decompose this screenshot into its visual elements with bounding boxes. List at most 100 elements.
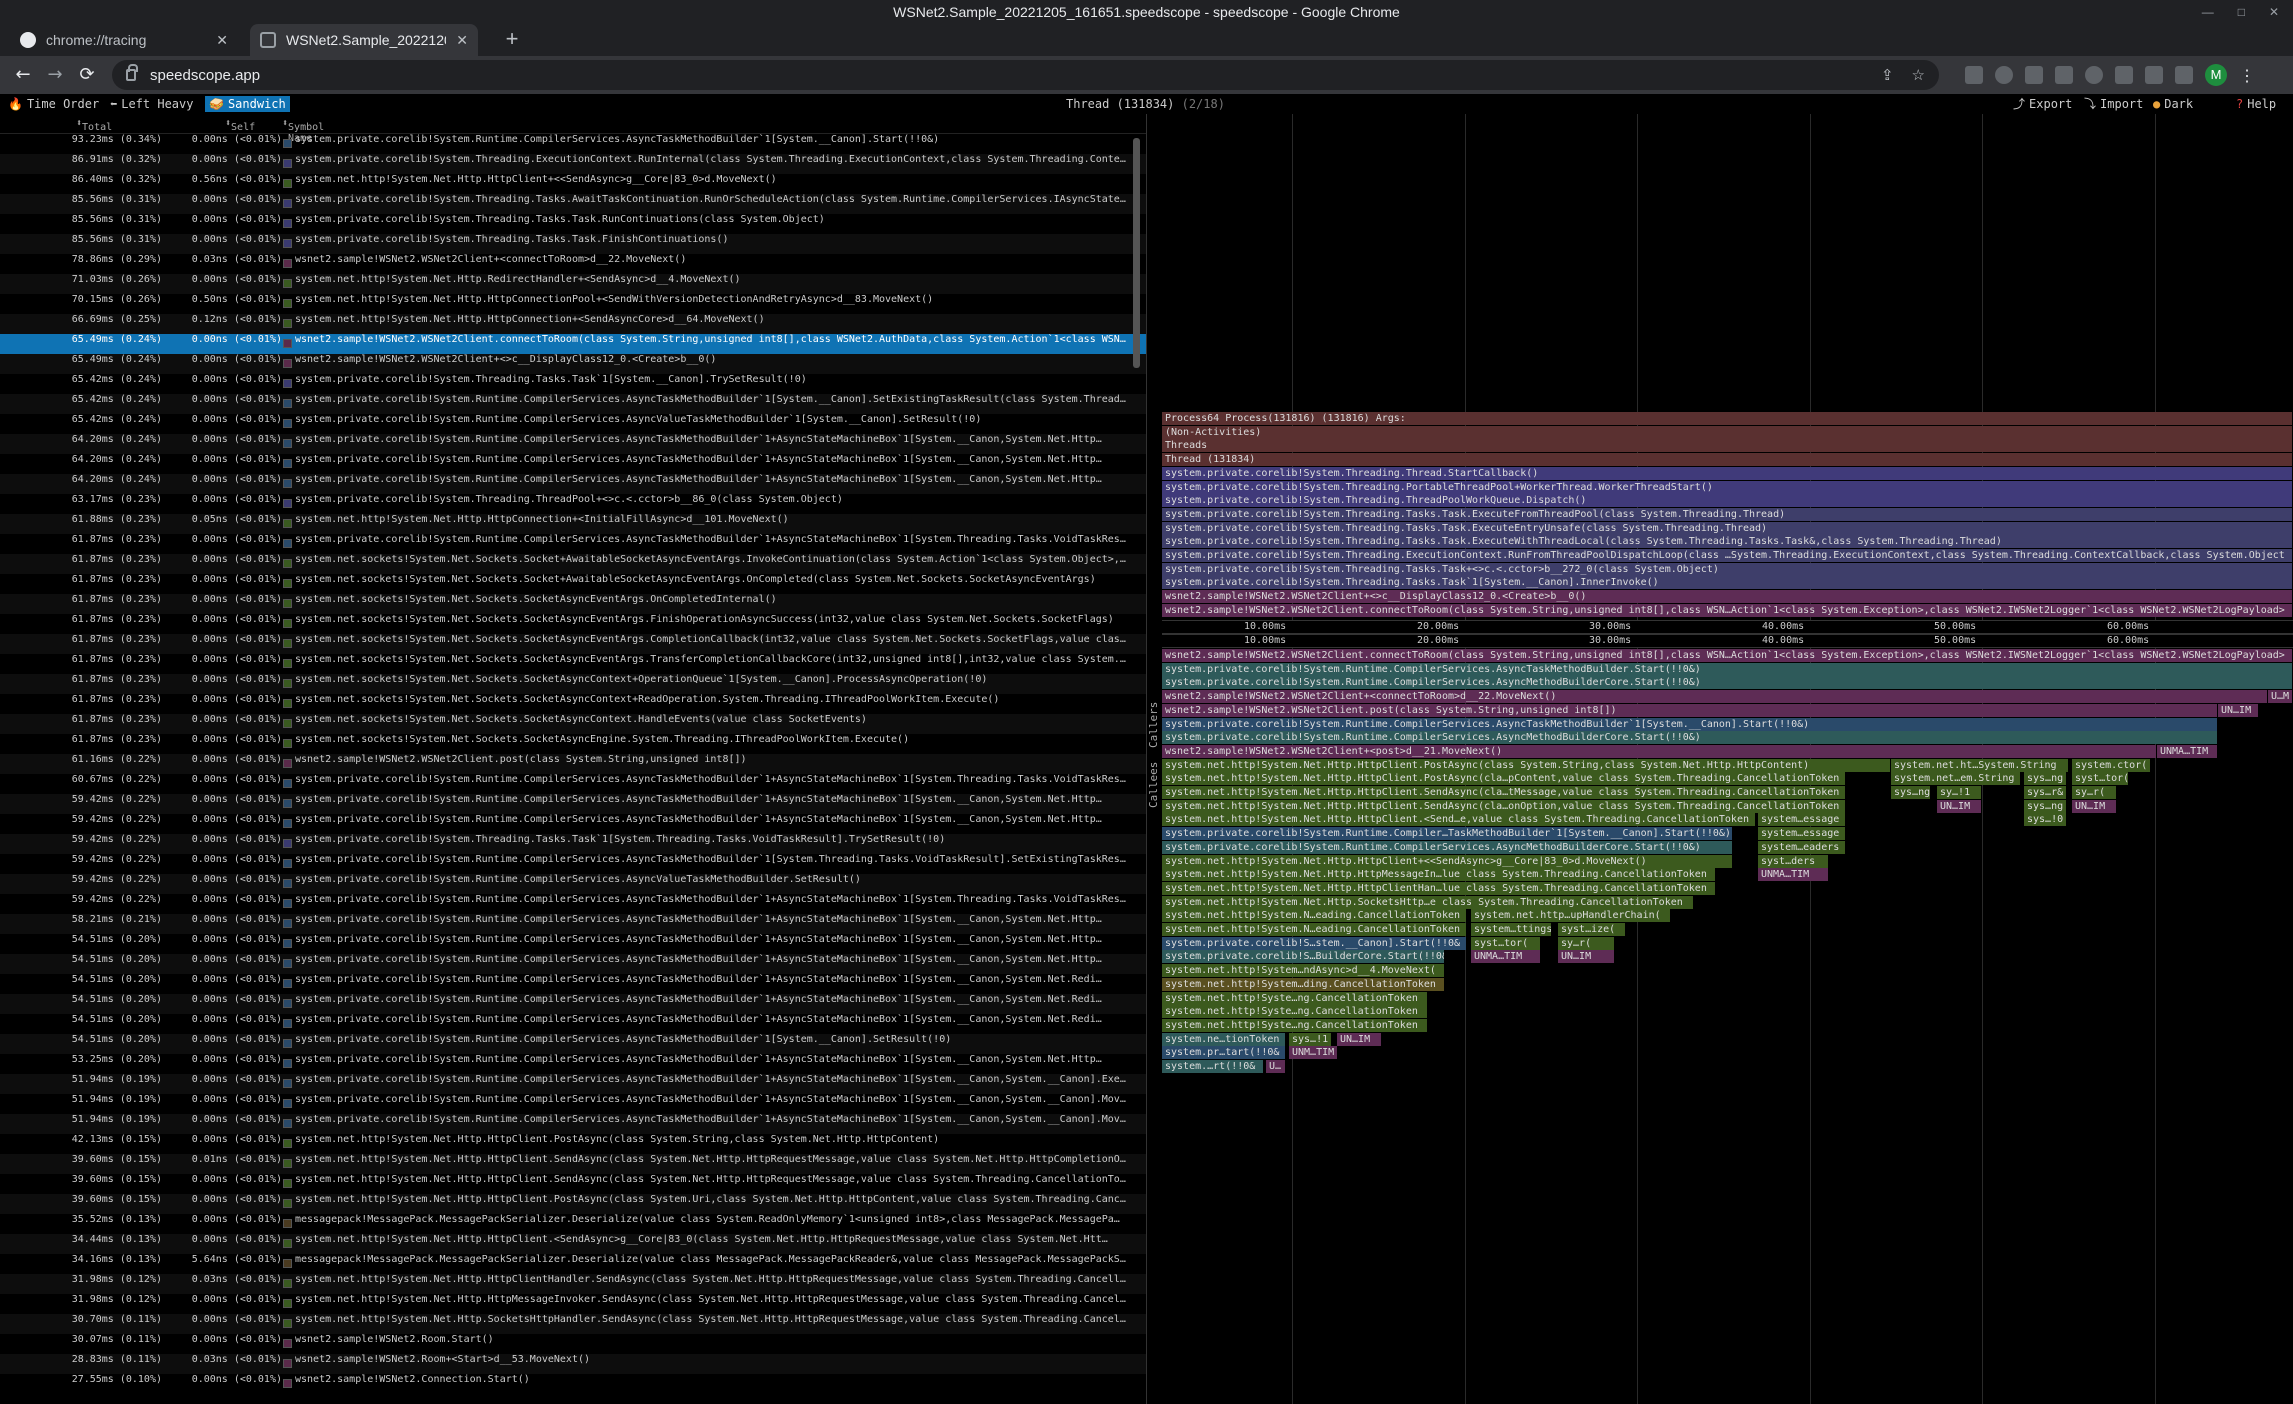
- table-row[interactable]: 59.42ms (0.22%) 0.00ns (<0.01%) system.pri…: [0, 834, 1146, 854]
- extension-icon[interactable]: [2085, 66, 2103, 84]
- table-row[interactable]: 78.86ms (0.29%) 0.03ns (<0.01%) wsnet2.sam…: [0, 254, 1146, 274]
- sandwich-button[interactable]: 🥪 Sandwich: [205, 96, 290, 112]
- flame-frame[interactable]: syst…ize(: [1558, 923, 1626, 936]
- thread-selector[interactable]: Thread (131834) (2/18): [1066, 96, 1225, 112]
- table-row[interactable]: 53.25ms (0.20%) 0.00ns (<0.01%) system.pri…: [0, 1054, 1146, 1074]
- flame-frame[interactable]: system.private.corelib!System.Runtime.Co…: [1162, 827, 1733, 841]
- flame-frame[interactable]: wsnet2.sample!WSNet2.WSNet2Client.connec…: [1162, 603, 2293, 617]
- flame-frame[interactable]: wsnet2.sample!WSNet2.WSNet2Client+<post>…: [1162, 744, 2157, 758]
- symbol-column-header[interactable]: ⬍ Symbol Name: [282, 118, 324, 144]
- reload-button[interactable]: ⟳: [76, 64, 98, 86]
- flame-frame[interactable]: system.private.corelib!System.Threading.…: [1162, 549, 2293, 562]
- table-row[interactable]: 86.91ms (0.32%) 0.00ns (<0.01%) system.pri…: [0, 154, 1146, 174]
- flame-frame[interactable]: sy…r(: [2072, 786, 2117, 799]
- flame-frame[interactable]: system.private.corelib!System.Threading.…: [1162, 576, 2293, 590]
- flame-frame[interactable]: system.net.http!System.Net.Http.HttpClie…: [1162, 772, 1846, 786]
- table-row[interactable]: 61.87ms (0.23%) 0.00ns (<0.01%) system.net…: [0, 714, 1146, 734]
- new-tab-button[interactable]: +: [500, 28, 524, 52]
- flame-frame[interactable]: system.private.corelib!System.Runtime.Co…: [1162, 662, 2293, 676]
- minimize-icon[interactable]: —: [2202, 0, 2214, 24]
- flame-frame[interactable]: sys…ng: [1891, 786, 1931, 799]
- flame-frame[interactable]: U…: [1266, 1060, 1286, 1073]
- flame-frame[interactable]: sys…r&: [2024, 786, 2067, 799]
- flame-frame[interactable]: system.ne…tionToken: [1162, 1032, 1286, 1046]
- table-row[interactable]: 61.87ms (0.23%) 0.00ns (<0.01%) system.net…: [0, 594, 1146, 614]
- table-row[interactable]: 59.42ms (0.22%) 0.00ns (<0.01%) system.pri…: [0, 854, 1146, 874]
- table-row[interactable]: 54.51ms (0.20%) 0.00ns (<0.01%) system.pri…: [0, 994, 1146, 1014]
- table-row[interactable]: 59.42ms (0.22%) 0.00ns (<0.01%) system.pri…: [0, 874, 1146, 894]
- flame-frame[interactable]: system.private.corelib!System.Runtime.Co…: [1162, 840, 1733, 854]
- flame-frame[interactable]: UN…IM: [1337, 1032, 1382, 1046]
- table-row[interactable]: 61.16ms (0.22%) 0.00ns (<0.01%) wsnet2.sam…: [0, 754, 1146, 774]
- table-row[interactable]: 61.87ms (0.23%) 0.00ns (<0.01%) system.net…: [0, 654, 1146, 674]
- flame-frame[interactable]: system.net.http!System.N…eading.Cancella…: [1162, 923, 1467, 936]
- table-row[interactable]: 65.49ms (0.24%) 0.00ns (<0.01%) wsnet2.sam…: [0, 334, 1146, 354]
- flame-frame[interactable]: system.pr…tart(!!0&: [1162, 1046, 1286, 1060]
- back-button[interactable]: ←: [12, 64, 34, 86]
- bookmark-star-icon[interactable]: ☆: [1912, 66, 1925, 84]
- dark-mode-button[interactable]: ● Dark: [2153, 96, 2193, 112]
- flame-frame[interactable]: sys…ng: [2024, 772, 2067, 786]
- flame-frame[interactable]: syst…ders: [1758, 854, 1829, 868]
- left-heavy-button[interactable]: ⬅ Left Heavy: [106, 96, 197, 112]
- flame-frame[interactable]: system.net.http!System…ndAsync>d__4.Move…: [1162, 964, 1445, 978]
- table-row[interactable]: 66.69ms (0.25%) 0.12ns (<0.01%) system.net…: [0, 314, 1146, 334]
- flame-frame[interactable]: system.net.http!System.Net.Http.SocketsH…: [1162, 895, 1694, 909]
- maximize-icon[interactable]: □: [2238, 0, 2245, 24]
- table-row[interactable]: 61.87ms (0.23%) 0.00ns (<0.01%) system.net…: [0, 734, 1146, 754]
- flame-frame[interactable]: syst…tor(: [2072, 772, 2129, 786]
- table-row[interactable]: 51.94ms (0.19%) 0.00ns (<0.01%) system.pri…: [0, 1074, 1146, 1094]
- flame-frame[interactable]: system.net.http…upHandlerChain(: [1471, 909, 1671, 923]
- import-button[interactable]: ⤵ Import: [2084, 96, 2143, 112]
- flame-frame[interactable]: wsnet2.sample!WSNet2.WSNet2Client+<conne…: [1162, 690, 2268, 704]
- table-row[interactable]: 35.52ms (0.13%) 0.00ns (<0.01%) messagepac…: [0, 1214, 1146, 1234]
- tab-speedscope[interactable]: WSNet2.Sample_20221205_1 ✕: [250, 24, 478, 56]
- flame-frame[interactable]: system…eaders: [1758, 840, 1846, 854]
- table-row[interactable]: 93.23ms (0.34%) 0.00ns (<0.01%) system.pri…: [0, 134, 1146, 154]
- flame-frame[interactable]: UNMA…TIM: [2157, 744, 2218, 758]
- flame-frame[interactable]: system.private.corelib!S…stem.__Canon].S…: [1162, 936, 1467, 950]
- extension-icon[interactable]: [1995, 66, 2013, 84]
- flame-frame[interactable]: system.private.corelib!System.Runtime.Co…: [1162, 676, 2293, 690]
- flame-frame[interactable]: system.net.http!System…ding.Cancellation…: [1162, 977, 1445, 991]
- flame-frame[interactable]: system.private.corelib!System.Runtime.Co…: [1162, 731, 2218, 745]
- table-row[interactable]: 70.15ms (0.26%) 0.50ns (<0.01%) system.net…: [0, 294, 1146, 314]
- table-scrollbar[interactable]: [1133, 138, 1140, 368]
- address-bar[interactable]: speedscope.app ⇪ ☆: [112, 60, 1939, 90]
- flame-frame[interactable]: system.private.corelib!System.Runtime.Co…: [1162, 717, 2218, 731]
- forward-button[interactable]: →: [44, 64, 66, 86]
- extension-icon[interactable]: [1965, 66, 1983, 84]
- flame-frame[interactable]: system.net.http!System.N…eading.Cancella…: [1162, 909, 1467, 923]
- table-row[interactable]: 85.56ms (0.31%) 0.00ns (<0.01%) system.pri…: [0, 234, 1146, 254]
- flame-frame[interactable]: system.net.http!System.Net.Http.HttpClie…: [1162, 813, 1756, 827]
- flame-frame[interactable]: sys…!0: [2024, 813, 2067, 827]
- table-row[interactable]: 54.51ms (0.20%) 0.00ns (<0.01%) system.pri…: [0, 974, 1146, 994]
- table-row[interactable]: 63.17ms (0.23%) 0.00ns (<0.01%) system.pri…: [0, 494, 1146, 514]
- flame-frame[interactable]: sy…!1: [1937, 786, 1982, 799]
- flame-frame[interactable]: system.net.http!System.Net.Http.HttpClie…: [1162, 758, 1891, 772]
- flame-frame[interactable]: U…M: [2268, 690, 2293, 704]
- self-column-header[interactable]: ⬍ Self: [225, 118, 255, 133]
- tab-chrome-tracing[interactable]: chrome://tracing ✕: [10, 24, 238, 56]
- table-row[interactable]: 30.07ms (0.11%) 0.00ns (<0.01%) wsnet2.sam…: [0, 1334, 1146, 1354]
- table-row[interactable]: 31.98ms (0.12%) 0.00ns (<0.01%) system.net…: [0, 1294, 1146, 1314]
- flame-frame[interactable]: Threads: [1162, 439, 2293, 453]
- table-row[interactable]: 61.87ms (0.23%) 0.00ns (<0.01%) system.pri…: [0, 534, 1146, 554]
- flame-frame[interactable]: system.net.http!Syste…ng.CancellationTok…: [1162, 991, 1428, 1005]
- table-row[interactable]: 65.49ms (0.24%) 0.00ns (<0.01%) wsnet2.sam…: [0, 354, 1146, 374]
- table-row[interactable]: 86.40ms (0.32%) 0.56ns (<0.01%) system.net…: [0, 174, 1146, 194]
- flame-frame[interactable]: sys…ng: [2024, 799, 2067, 813]
- flame-frame[interactable]: system…essage: [1758, 813, 1846, 827]
- table-row[interactable]: 61.88ms (0.23%) 0.05ns (<0.01%) system.net…: [0, 514, 1146, 534]
- table-row[interactable]: 54.51ms (0.20%) 0.00ns (<0.01%) system.pri…: [0, 954, 1146, 974]
- flame-frame[interactable]: UNM…TIM: [1289, 1046, 1338, 1060]
- flame-frame[interactable]: system.private.corelib!System.Threading.…: [1162, 535, 2293, 549]
- flame-frame[interactable]: system.net.http!System.Net.Http.HttpMess…: [1162, 868, 1716, 882]
- flame-frame[interactable]: system.private.corelib!System.Threading.…: [1162, 562, 2293, 576]
- flame-frame[interactable]: system.private.corelib!System.Threading.…: [1162, 494, 2293, 508]
- extension-icon[interactable]: [2055, 66, 2073, 84]
- flame-frame[interactable]: system.private.corelib!System.Threading.…: [1162, 521, 2293, 535]
- menu-kebab-icon[interactable]: ⋮: [2239, 66, 2255, 85]
- table-row[interactable]: 61.87ms (0.23%) 0.00ns (<0.01%) system.net…: [0, 554, 1146, 574]
- flame-frame[interactable]: system.net…em.String: [1891, 772, 2021, 786]
